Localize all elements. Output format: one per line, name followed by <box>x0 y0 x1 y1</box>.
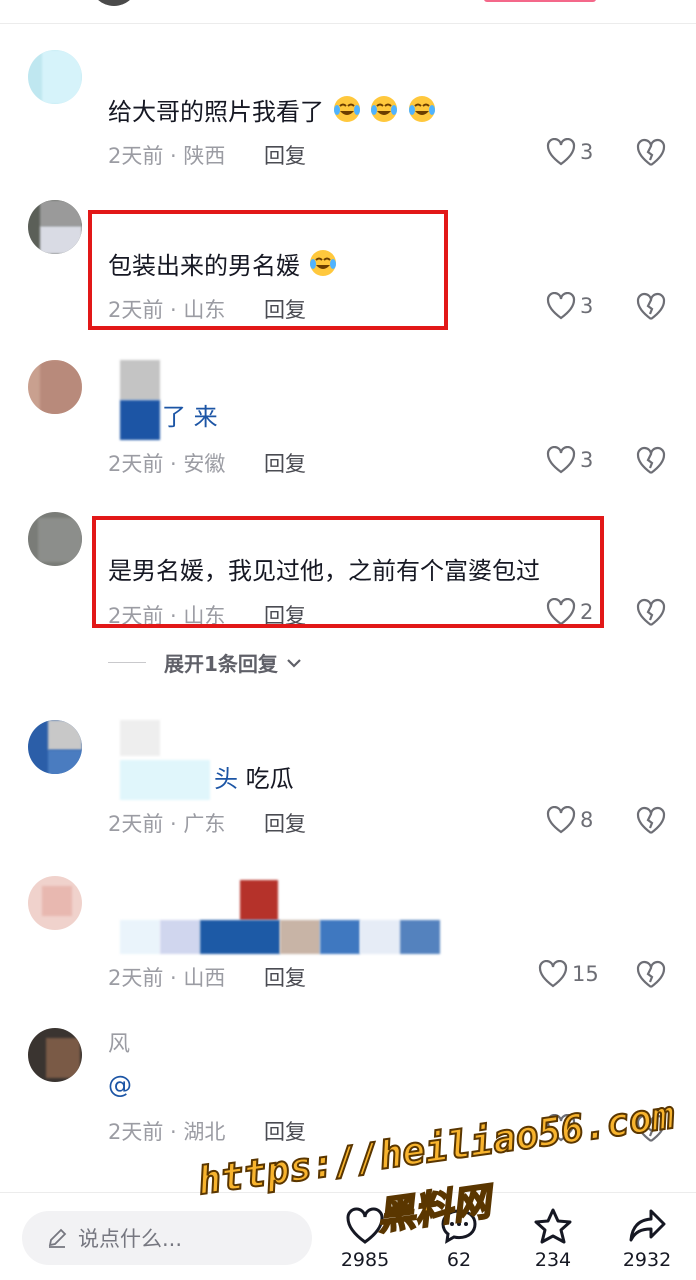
comment-meta: 2天前 · 陕西 <box>108 144 226 168</box>
username: 风 <box>108 1032 131 1057</box>
like-count: 3 <box>580 294 594 318</box>
comment-item: 2天前 · 山西 回复 15 <box>0 860 696 1010</box>
like-total: 2985 <box>340 1249 390 1271</box>
divider <box>108 662 146 663</box>
reply-button[interactable]: 回复 <box>264 448 306 478</box>
mention-redacted <box>120 760 210 800</box>
heart-icon <box>346 1207 384 1244</box>
comment-bubble-icon <box>441 1209 477 1244</box>
top-edge <box>0 0 696 24</box>
comment-item: 了 来 2天前 · 安徽 回复 3 <box>0 350 696 500</box>
username-redacted <box>240 880 278 920</box>
broken-heart-icon[interactable] <box>636 1114 666 1144</box>
avatar[interactable] <box>28 1028 82 1082</box>
broken-heart-icon[interactable] <box>636 806 666 836</box>
heart-icon <box>546 806 576 834</box>
share-action[interactable]: 2932 <box>612 1207 682 1271</box>
broken-heart-icon[interactable] <box>636 292 666 322</box>
heart-icon <box>546 138 576 166</box>
comment-text: @ <box>108 1071 132 1099</box>
like-count: 3 <box>580 140 594 164</box>
follow-button[interactable] <box>484 0 596 2</box>
like-button[interactable] <box>546 1114 576 1142</box>
crying-laughing-emoji-icon <box>371 96 398 122</box>
broken-heart-icon[interactable] <box>636 446 666 476</box>
share-arrow-icon <box>629 1209 666 1242</box>
expand-replies-button[interactable]: 展开1条回复 <box>108 648 302 677</box>
comment-meta: 2天前 · 广东 <box>108 812 226 836</box>
favorite-action[interactable]: 234 <box>518 1207 588 1271</box>
like-button[interactable]: 3 <box>546 292 593 320</box>
share-total: 2932 <box>622 1249 672 1271</box>
comment-text: 了 来 <box>162 403 218 431</box>
avatar[interactable] <box>28 876 82 930</box>
username-redacted <box>120 360 160 400</box>
heart-icon <box>538 960 568 988</box>
avatar[interactable] <box>28 360 82 414</box>
reply-button[interactable]: 回复 <box>264 1116 306 1146</box>
comment-item: 风 @ 2天前 · 湖北 回复 <box>0 1010 696 1160</box>
comment-meta: 2天前 · 安徽 <box>108 452 226 476</box>
comment-meta: 2天前 · 湖北 <box>108 1120 226 1144</box>
like-count: 15 <box>572 962 599 986</box>
comment-text: 给大哥的照片我看了 <box>108 94 437 127</box>
expand-replies-label: 展开1条回复 <box>164 652 278 676</box>
comment-input-placeholder: 说点什么... <box>78 1227 183 1251</box>
pencil-icon <box>48 1228 67 1248</box>
reply-button[interactable]: 回复 <box>264 140 306 170</box>
broken-heart-icon[interactable] <box>636 960 666 990</box>
crying-laughing-emoji-icon <box>408 96 435 122</box>
avatar[interactable] <box>90 0 138 6</box>
like-button[interactable]: 15 <box>538 960 599 988</box>
favorite-total: 234 <box>534 1249 572 1271</box>
like-button[interactable]: 3 <box>546 446 593 474</box>
avatar[interactable] <box>28 720 82 774</box>
avatar[interactable] <box>28 200 82 254</box>
heart-icon <box>546 1114 576 1142</box>
like-action[interactable]: 2985 <box>330 1207 400 1271</box>
like-button[interactable]: 3 <box>546 138 593 166</box>
heart-icon <box>546 446 576 474</box>
broken-heart-icon[interactable] <box>636 138 666 168</box>
comment-total: 62 <box>446 1249 472 1271</box>
avatar[interactable] <box>28 512 82 566</box>
username-redacted <box>120 720 160 756</box>
crying-laughing-emoji-icon <box>333 96 360 122</box>
comment-item: 头 吃瓜 2天前 · 广东 回复 8 <box>0 706 696 860</box>
comment-text: 头 吃瓜 <box>214 765 294 793</box>
mention-redacted <box>120 400 160 440</box>
comment-text-redacted <box>120 920 470 954</box>
like-button[interactable]: 8 <box>546 806 593 834</box>
avatar[interactable] <box>28 50 82 104</box>
highlight-box <box>92 516 604 628</box>
comment-item: 给大哥的照片我看了 2天前 · 陕西 回复 3 <box>0 40 696 190</box>
like-count: 8 <box>580 808 594 832</box>
star-icon <box>534 1208 572 1244</box>
reply-button[interactable]: 回复 <box>264 962 306 992</box>
reply-button[interactable]: 回复 <box>264 808 306 838</box>
comment-meta: 2天前 · 山西 <box>108 966 226 990</box>
heart-icon <box>546 292 576 320</box>
comment-action[interactable]: 62 <box>424 1207 494 1271</box>
broken-heart-icon[interactable] <box>636 598 666 628</box>
highlight-box <box>88 210 448 330</box>
chevron-down-icon <box>287 658 301 668</box>
bottom-bar: 说点什么... 2985 62 234 2932 <box>0 1192 696 1280</box>
like-count: 3 <box>580 448 594 472</box>
comment-input[interactable]: 说点什么... <box>22 1211 312 1265</box>
